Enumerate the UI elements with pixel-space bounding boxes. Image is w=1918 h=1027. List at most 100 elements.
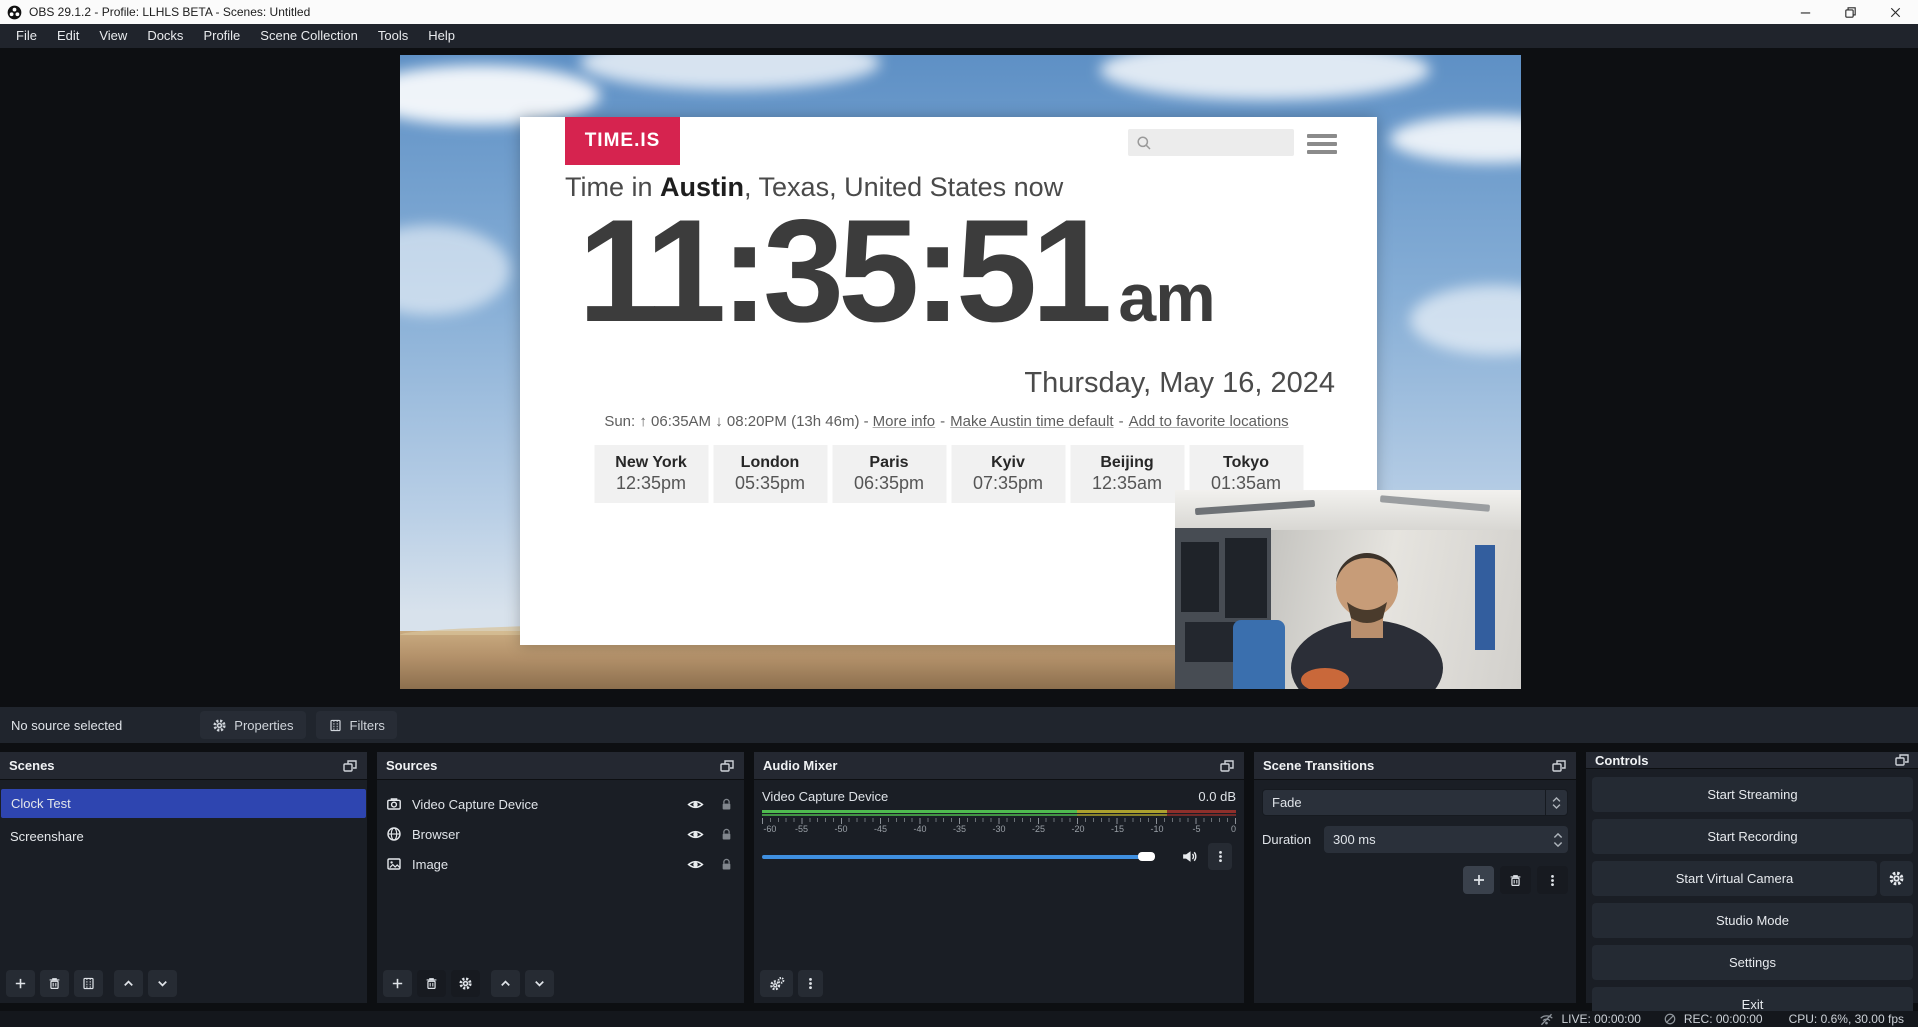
city-card[interactable]: London05:35pm [713, 445, 827, 503]
scene-preview[interactable]: TIME.IS Time in Austin, Texas, United St… [400, 55, 1521, 689]
start-recording-button[interactable]: Start Recording [1592, 819, 1913, 854]
city-card[interactable]: Beijing12:35am [1070, 445, 1184, 503]
combo-spinner[interactable] [1545, 790, 1567, 815]
transitions-dock-header[interactable]: Scene Transitions [1254, 752, 1576, 780]
studio-mode-button[interactable]: Studio Mode [1592, 903, 1913, 938]
chevron-down-icon [532, 976, 547, 991]
menu-profile[interactable]: Profile [193, 24, 250, 48]
mixer-menu-button[interactable] [798, 970, 823, 997]
add-transition-button[interactable] [1463, 866, 1494, 894]
duration-spinbox[interactable]: 300 ms [1324, 826, 1568, 853]
duration-label: Duration [1262, 832, 1324, 847]
start-virtual-camera-button[interactable]: Start Virtual Camera [1592, 861, 1877, 896]
city-card[interactable]: New York12:35pm [594, 445, 708, 503]
menu-tools[interactable]: Tools [368, 24, 418, 48]
visibility-eye-icon[interactable] [687, 826, 704, 843]
start-streaming-button[interactable]: Start Streaming [1592, 777, 1913, 812]
volume-slider-row [762, 843, 1236, 870]
popout-icon[interactable] [1894, 752, 1910, 768]
spin-buttons[interactable] [1548, 831, 1568, 849]
visibility-eye-icon[interactable] [687, 796, 704, 813]
titlebar: OBS 29.1.2 - Profile: LLHLS BETA - Scene… [0, 0, 1918, 24]
transition-properties-button[interactable] [1537, 866, 1568, 894]
filters-button[interactable]: Filters [316, 711, 397, 739]
chevron-up-icon [498, 976, 513, 991]
record-inactive-icon [1663, 1012, 1677, 1026]
scenes-dock-header[interactable]: Scenes [0, 752, 367, 780]
popout-icon[interactable] [1551, 758, 1567, 774]
restore-button[interactable] [1828, 0, 1873, 24]
visibility-eye-icon[interactable] [687, 856, 704, 873]
source-move-up-button[interactable] [491, 970, 520, 997]
settings-button[interactable]: Settings [1592, 945, 1913, 980]
lock-icon[interactable] [719, 857, 734, 872]
menu-docks[interactable]: Docks [137, 24, 193, 48]
menu-help[interactable]: Help [418, 24, 465, 48]
mixer-channel-menu-button[interactable] [1208, 843, 1232, 870]
camera-icon [386, 796, 402, 812]
clock-ampm: am [1118, 260, 1214, 336]
scene-move-down-button[interactable] [148, 970, 177, 997]
lock-icon[interactable] [719, 827, 734, 842]
add-source-button[interactable] [383, 970, 412, 997]
source-properties-button[interactable] [451, 970, 480, 997]
remove-source-button[interactable] [417, 970, 446, 997]
popout-icon[interactable] [342, 758, 358, 774]
source-item-video-capture[interactable]: Video Capture Device [377, 789, 744, 819]
popout-icon[interactable] [719, 758, 735, 774]
source-item-image[interactable]: Image [377, 849, 744, 879]
window-title: OBS 29.1.2 - Profile: LLHLS BETA - Scene… [29, 5, 310, 19]
preview-canvas-area: TIME.IS Time in Austin, Texas, United St… [0, 48, 1918, 707]
remove-transition-button[interactable] [1500, 866, 1531, 894]
remove-scene-button[interactable] [40, 970, 69, 997]
menu-edit[interactable]: Edit [47, 24, 89, 48]
volume-meter [762, 810, 1236, 817]
minimize-button[interactable] [1783, 0, 1828, 24]
hamburger-menu-icon[interactable] [1307, 134, 1337, 154]
scene-item-clock-test[interactable]: Clock Test [1, 789, 366, 818]
more-info-link[interactable]: More info [873, 413, 936, 430]
popout-icon[interactable] [1219, 758, 1235, 774]
source-item-browser[interactable]: Browser [377, 819, 744, 849]
speaker-icon[interactable] [1181, 848, 1198, 865]
sources-toolbar [377, 965, 744, 1003]
transitions-toolbar [1262, 866, 1568, 894]
window-controls [1783, 0, 1918, 24]
properties-button[interactable]: Properties [200, 711, 305, 739]
search-box[interactable] [1128, 129, 1294, 156]
add-scene-button[interactable] [6, 970, 35, 997]
sources-dock-header[interactable]: Sources [377, 752, 744, 780]
volume-slider[interactable] [762, 852, 1169, 861]
city-card[interactable]: Kyiv07:35pm [951, 445, 1065, 503]
close-button[interactable] [1873, 0, 1918, 24]
gear-icon [212, 718, 227, 733]
add-favorite-link[interactable]: Add to favorite locations [1129, 413, 1289, 430]
source-status-text: No source selected [11, 718, 122, 733]
scene-move-up-button[interactable] [114, 970, 143, 997]
city-card[interactable]: Paris06:35pm [832, 445, 946, 503]
plus-icon [390, 976, 405, 991]
audio-mixer-dock-body: Video Capture Device 0.0 dB -60 -55 -50 … [754, 780, 1244, 1003]
controls-dock-header[interactable]: Controls [1586, 752, 1918, 769]
advanced-audio-properties-button[interactable] [760, 970, 793, 997]
scene-item-screenshare[interactable]: Screenshare [0, 822, 367, 851]
obs-main-window: OBS 29.1.2 - Profile: LLHLS BETA - Scene… [0, 0, 1918, 1027]
menu-file[interactable]: File [6, 24, 47, 48]
mixer-channel-name: Video Capture Device [762, 789, 888, 804]
chevron-down-icon [1551, 803, 1562, 811]
timeis-logo[interactable]: TIME.IS [565, 117, 680, 165]
chevron-down-icon [155, 976, 170, 991]
trash-icon [1508, 873, 1523, 888]
source-move-down-button[interactable] [525, 970, 554, 997]
volume-slider-handle[interactable] [1138, 852, 1155, 861]
menu-scene-collection[interactable]: Scene Collection [250, 24, 368, 48]
transition-select[interactable]: Fade [1262, 789, 1568, 816]
scene-filters-button[interactable] [74, 970, 103, 997]
lock-icon[interactable] [719, 797, 734, 812]
cloud-decoration [1100, 55, 1430, 100]
menu-view[interactable]: View [89, 24, 137, 48]
controls-dock: Controls Start Streaming Start Recording… [1586, 752, 1918, 1003]
virtual-camera-config-button[interactable] [1880, 861, 1913, 896]
audio-mixer-dock-header[interactable]: Audio Mixer [754, 752, 1244, 780]
make-default-link[interactable]: Make Austin time default [950, 413, 1113, 430]
